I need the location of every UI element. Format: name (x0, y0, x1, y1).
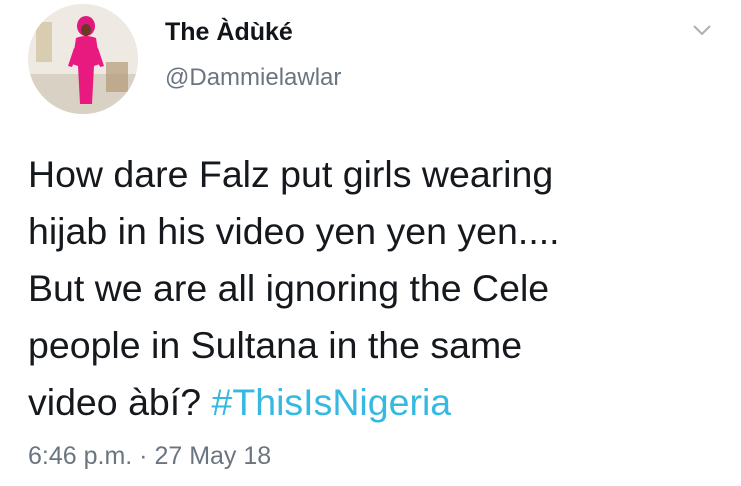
profile-photo (28, 4, 138, 114)
timestamp[interactable]: 6:46 p.m. · 27 May 18 (28, 442, 271, 471)
tweet-text-line: But we are all ignoring the Cele (28, 267, 550, 309)
tweet-text-line: How dare Falz put girls wearing (28, 153, 554, 195)
display-name[interactable]: The Àdùké (165, 18, 293, 47)
tweet-text-segment: video àbí? (28, 381, 212, 423)
chevron-down-icon[interactable] (690, 22, 714, 38)
user-handle[interactable]: @Dammielawlar (165, 64, 341, 92)
tweet-text: How dare Falz put girls wearing hijab in… (28, 146, 728, 431)
tweet-text-line: hijab in his video yen yen yen.... (28, 210, 560, 252)
tweet-text-line-last: video àbí? #ThisIsNigeria (28, 374, 728, 431)
avatar[interactable] (28, 4, 138, 114)
tweet-card: The Àdùké @Dammielawlar How dare Falz pu… (0, 0, 741, 486)
hashtag-link[interactable]: #ThisIsNigeria (211, 381, 451, 423)
tweet-text-line: people in Sultana in the same (28, 324, 523, 366)
